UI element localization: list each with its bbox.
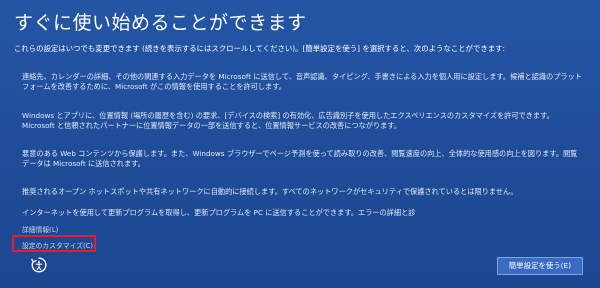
- ease-of-access-icon[interactable]: [30, 256, 48, 274]
- customize-highlight-box: [12, 235, 96, 252]
- settings-paragraph-network: 推奨されるオープン ホットスポットや共有ネットワークに自動的に接続します。すべて…: [22, 187, 518, 196]
- use-express-settings-button[interactable]: 簡単設定を使う(E): [497, 257, 583, 275]
- page-title: すぐに使い始めることができます: [14, 12, 307, 34]
- settings-paragraph-updates: インターネットを使用して更新プログラムを取得し、更新プログラムを PC に送信す…: [22, 208, 416, 217]
- settings-paragraph-input: 連絡先、カレンダーの詳細、その他の関連する入力データを Microsoft に送…: [22, 72, 582, 91]
- learn-more-link[interactable]: 詳細情報(L): [22, 224, 58, 234]
- intro-text: これらの設定はいつでも変更できます (続きを表示するにはスクロールしてください)…: [14, 44, 505, 53]
- oobe-express-settings-screen: すぐに使い始めることができます これらの設定はいつでも変更できます (続きを表示…: [0, 0, 600, 288]
- settings-paragraph-browser: 悪意のある Web コンテンツから保護します。また、Windows ブラウザーで…: [22, 149, 578, 168]
- settings-paragraph-location: Windows とアプリに、位置情報 (場所の履歴を含む) の要求、[デバイスの…: [22, 111, 554, 130]
